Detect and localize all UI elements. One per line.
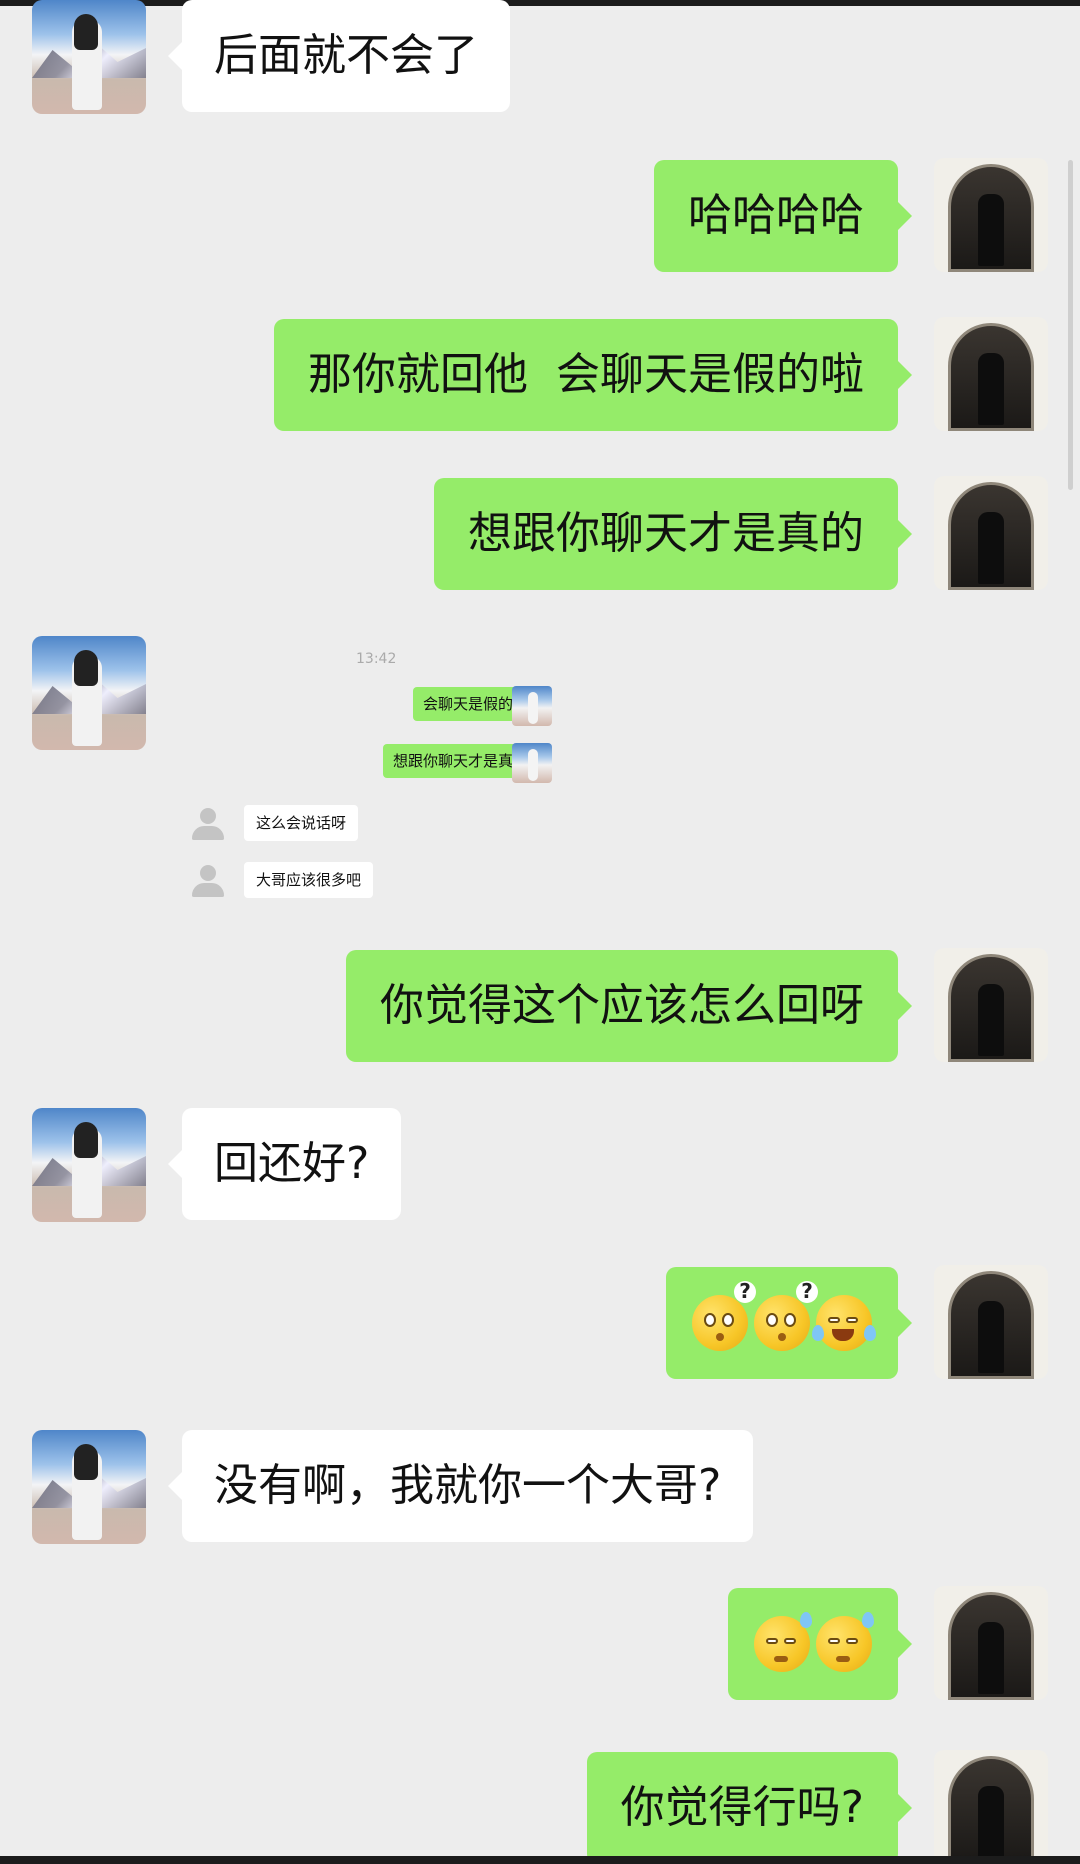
my-avatar[interactable] [934, 948, 1048, 1062]
screenshot-avatar [512, 743, 552, 783]
my-avatar[interactable] [934, 158, 1048, 272]
screenshot-message-text: 大哥应该很多吧 [256, 871, 362, 889]
my-avatar[interactable] [934, 1265, 1048, 1379]
message-text: 你觉得这个应该怎么回呀 [380, 980, 864, 1031]
screenshot-message-text: 想跟你聊天才是真的 [392, 752, 528, 770]
sweat-face-emoji-icon [816, 1612, 874, 1672]
message-text: 没有啊，我就你一个大哥? [214, 1460, 722, 1511]
my-avatar[interactable] [934, 1586, 1048, 1700]
sent-message[interactable]: 哈哈哈哈 [654, 160, 912, 272]
screenshot-default-avatar-icon [192, 808, 224, 842]
sent-message[interactable]: 那你就回他 会聊天是假的啦 [274, 319, 912, 431]
sent-emoji-message[interactable]: ? ? [666, 1267, 912, 1379]
confused-face-emoji-icon: ? [692, 1281, 756, 1351]
received-message[interactable]: 回还好? [167, 1108, 402, 1220]
bottom-edge [0, 1856, 1080, 1864]
contact-avatar[interactable] [32, 636, 146, 750]
confused-face-emoji-icon: ? [754, 1281, 818, 1351]
sent-emoji-message[interactable] [728, 1588, 912, 1700]
screenshot-timestamp: 13:42 [356, 651, 397, 667]
message-text: 你觉得行吗? [620, 1782, 864, 1833]
shared-screenshot-image[interactable]: 13:42 会聊天是假的啦 想跟你聊天才是真的 这么会说话呀 大哥应该很多吧 [182, 645, 602, 915]
message-text: 那你就回他 会聊天是假的啦 [308, 349, 864, 400]
message-text: 哈哈哈哈 [688, 190, 864, 241]
my-avatar[interactable] [934, 1750, 1048, 1864]
message-text: 后面就不会了 [214, 30, 478, 81]
contact-avatar[interactable] [32, 0, 146, 114]
screenshot-received-message: 这么会说话呀 [244, 805, 359, 841]
scrollbar[interactable] [1068, 160, 1073, 490]
screenshot-default-avatar-icon [192, 865, 224, 899]
received-message[interactable]: 后面就不会了 [168, 0, 510, 112]
contact-avatar[interactable] [32, 1430, 146, 1544]
chat-screen: 后面就不会了 哈哈哈哈 那你就回他 会聊天是假的啦 想跟你聊天才是真的 13:4… [0, 0, 1080, 1864]
screenshot-message-text: 这么会说话呀 [256, 814, 347, 832]
sweat-face-emoji-icon [754, 1612, 812, 1672]
top-edge [0, 0, 1080, 6]
screenshot-avatar [512, 686, 552, 726]
contact-avatar[interactable] [32, 1108, 146, 1222]
my-avatar[interactable] [934, 476, 1048, 590]
message-text: 回还好? [214, 1138, 370, 1189]
received-message[interactable]: 没有啊，我就你一个大哥? [167, 1430, 754, 1542]
sent-message[interactable]: 你觉得这个应该怎么回呀 [346, 950, 912, 1062]
sent-message[interactable]: 你觉得行吗? [586, 1752, 913, 1864]
sent-message[interactable]: 想跟你聊天才是真的 [434, 478, 912, 590]
my-avatar[interactable] [934, 317, 1048, 431]
message-text: 想跟你聊天才是真的 [468, 508, 864, 559]
laughing-tears-emoji-icon [812, 1295, 876, 1351]
screenshot-received-message: 大哥应该很多吧 [244, 862, 374, 898]
